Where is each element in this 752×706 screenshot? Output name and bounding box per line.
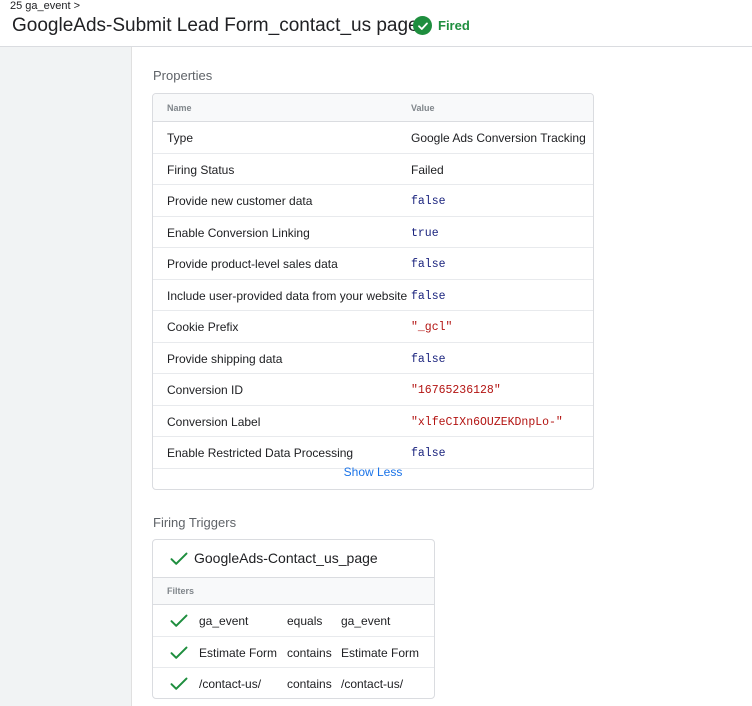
properties-table: Name Value Type Google Ads Conversion Tr… xyxy=(152,93,594,490)
property-value: "_gcl" xyxy=(411,321,453,334)
property-name: Include user-provided data from your web… xyxy=(167,288,408,303)
filter-operator: equals xyxy=(287,614,323,628)
table-row: Conversion ID "16765236128" xyxy=(153,374,593,406)
trigger-header[interactable]: GoogleAds-Contact_us_page xyxy=(153,540,434,578)
filter-variable: ga_event xyxy=(199,614,249,628)
filter-row: ga_event equals ga_event xyxy=(153,605,434,637)
checkmark-icon xyxy=(170,677,188,696)
property-name: Provide product-level sales data xyxy=(167,257,338,271)
filter-variable: /contact-us/ xyxy=(199,677,262,691)
table-row: Type Google Ads Conversion Tracking xyxy=(153,122,593,154)
property-name: Enable Conversion Linking xyxy=(167,225,310,240)
property-name: Provide shipping data xyxy=(167,351,283,366)
checkmark-icon xyxy=(170,552,188,571)
properties-section-title: Properties xyxy=(153,68,213,83)
property-value: false xyxy=(411,447,446,460)
property-name: Provide new customer data xyxy=(167,194,313,208)
table-row: Provide new customer data false xyxy=(153,185,593,217)
properties-table-header: Name Value xyxy=(153,94,593,122)
property-value: "16765236128" xyxy=(411,384,501,397)
filters-header: Filters xyxy=(153,578,434,605)
filter-value: ga_event xyxy=(341,614,391,628)
table-row: Provide shipping data false xyxy=(153,343,593,374)
filters-label: Filters xyxy=(167,586,195,596)
property-name: Firing Status xyxy=(167,162,235,177)
property-value: Failed xyxy=(411,162,444,177)
table-row: Enable Conversion Linking true xyxy=(153,217,593,248)
checkmark-icon xyxy=(170,646,188,665)
filter-operator: contains xyxy=(287,645,332,660)
filter-value: /contact-us/ xyxy=(341,677,404,691)
filter-variable: Estimate Form xyxy=(199,645,278,660)
table-row: Firing Status Failed xyxy=(153,154,593,185)
page-header: 25 ga_event > GoogleAds-Submit Lead Form… xyxy=(0,0,752,47)
property-name: Type xyxy=(167,131,194,145)
name-column-header: Name xyxy=(167,103,192,113)
property-value: true xyxy=(411,226,439,240)
property-value: Google Ads Conversion Tracking xyxy=(411,131,586,145)
firing-triggers-section-title: Firing Triggers xyxy=(153,515,237,530)
table-row: Cookie Prefix "_gcl" xyxy=(153,311,593,343)
checkmark-icon xyxy=(170,614,188,633)
breadcrumb[interactable]: 25 ga_event > xyxy=(10,0,80,13)
filter-value: Estimate Form xyxy=(341,645,420,660)
left-panel xyxy=(0,47,132,706)
property-value: false xyxy=(411,352,446,366)
trigger-name[interactable]: GoogleAds-Contact_us_page xyxy=(194,550,378,566)
filter-operator: contains xyxy=(287,677,332,691)
property-value: false xyxy=(411,258,446,271)
value-column-header: Value xyxy=(411,103,435,113)
page-title: GoogleAds-Submit Lead Form_contact_us pa… xyxy=(12,15,419,36)
property-name: Enable Restricted Data Processing xyxy=(167,446,354,460)
table-row: Include user-provided data from your web… xyxy=(153,280,593,311)
table-row: Enable Restricted Data Processing false xyxy=(153,437,593,469)
property-name: Conversion ID xyxy=(167,383,244,397)
property-name: Conversion Label xyxy=(167,414,261,429)
property-name: Cookie Prefix xyxy=(167,320,239,334)
table-row: Provide product-level sales data false xyxy=(153,248,593,280)
property-value: "xlfeCIXn6OUZEKDnpLo-" xyxy=(411,415,563,429)
show-less-button[interactable]: Show Less xyxy=(153,465,593,479)
filter-row: /contact-us/ contains /contact-us/ xyxy=(153,668,434,698)
status-badge: Fired xyxy=(413,16,470,35)
table-row: Conversion Label "xlfeCIXn6OUZEKDnpLo-" xyxy=(153,406,593,437)
filter-row: Estimate Form contains Estimate Form xyxy=(153,637,434,668)
property-value: false xyxy=(411,289,446,303)
status-label: Fired xyxy=(438,18,470,33)
firing-trigger-card: GoogleAds-Contact_us_page Filters ga_eve… xyxy=(152,539,435,699)
check-circle-icon xyxy=(413,16,432,35)
property-value: false xyxy=(411,195,446,208)
